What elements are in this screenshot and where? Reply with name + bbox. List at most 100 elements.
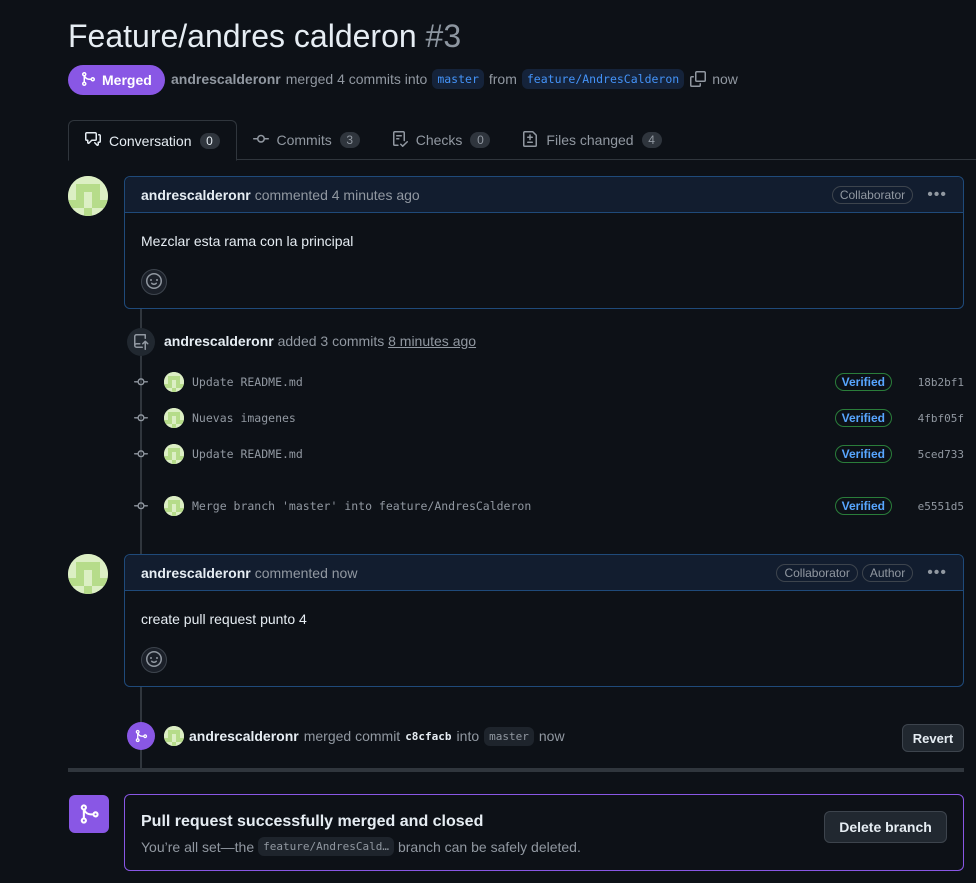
verified-badge[interactable]: Verified xyxy=(834,409,892,427)
repo-push-icon xyxy=(127,328,155,356)
kebab-horizontal-icon[interactable]: ••• xyxy=(927,564,947,582)
git-commit-icon xyxy=(134,447,148,461)
base-branch-tag[interactable]: master xyxy=(432,69,484,89)
page-title: Feature/andres calderon #3 xyxy=(68,18,461,55)
comment-action: commented now xyxy=(254,564,358,581)
from-text: from xyxy=(488,71,517,87)
git-merge-icon xyxy=(127,722,155,750)
into-text: into xyxy=(456,728,480,744)
head-branch-tag[interactable]: feature/AndresCalderon xyxy=(521,69,685,89)
avatar[interactable] xyxy=(164,372,184,392)
comment-header: andrescalderonr commented 4 minutes ago … xyxy=(125,177,963,213)
merge-status-subtitle: You’re all set—the feature/AndresCald… b… xyxy=(141,837,581,856)
verified-badge[interactable]: Verified xyxy=(834,373,892,391)
avatar[interactable] xyxy=(164,726,184,746)
tab-counter: 0 xyxy=(470,132,491,148)
comment-box: andrescalderonr commented now Collaborat… xyxy=(124,554,964,687)
event-time: now xyxy=(538,728,565,744)
event-author[interactable]: andrescalderonr xyxy=(164,333,274,349)
event-action: merged commit xyxy=(303,728,401,744)
status-badge-label: Merged xyxy=(102,72,152,88)
avatar[interactable] xyxy=(68,554,108,594)
delete-branch-button[interactable]: Delete branch xyxy=(824,811,947,843)
tab-label: Checks xyxy=(415,132,463,148)
git-commit-icon xyxy=(134,411,148,425)
commit-message-link[interactable]: Update README.md xyxy=(192,447,303,461)
copy-icon[interactable] xyxy=(689,70,707,88)
avatar[interactable] xyxy=(164,496,184,516)
avatar[interactable] xyxy=(164,444,184,464)
tab-counter: 0 xyxy=(199,132,220,149)
git-merge-icon xyxy=(80,71,96,90)
tab-checks[interactable]: Checks 0 xyxy=(376,120,507,160)
collaborator-label: Collaborator xyxy=(831,185,914,204)
comment-action: commented 4 minutes ago xyxy=(254,186,420,203)
pr-time: now xyxy=(712,71,738,87)
tab-files-changed[interactable]: Files changed 4 xyxy=(506,120,677,160)
tab-commits[interactable]: Commits 3 xyxy=(237,120,376,160)
commit-sha-link[interactable]: e5551d5 xyxy=(918,500,964,513)
kebab-horizontal-icon[interactable]: ••• xyxy=(927,186,947,204)
tab-label: Commits xyxy=(276,132,332,148)
merge-sub-after: branch can be safely deleted. xyxy=(397,838,581,855)
commit-row: Update README.md Verified 18b2bf1 xyxy=(134,372,964,392)
timeline-divider xyxy=(68,768,964,772)
tab-counter: 4 xyxy=(641,132,662,148)
commit-row: Update README.md Verified 5ced733 xyxy=(134,444,964,464)
comment-box: andrescalderonr commented 4 minutes ago … xyxy=(124,176,964,309)
event-action: added 3 commits xyxy=(277,333,385,349)
git-commit-icon xyxy=(252,131,269,150)
verified-badge[interactable]: Verified xyxy=(834,445,892,463)
comment-header: andrescalderonr commented now Collaborat… xyxy=(125,555,963,591)
base-branch-tag[interactable]: master xyxy=(484,726,534,746)
comment-author[interactable]: andrescalderonr xyxy=(141,187,251,203)
checklist-icon xyxy=(392,130,408,150)
tab-label: Conversation xyxy=(109,132,192,149)
file-diff-icon xyxy=(522,130,538,150)
commit-sha-link[interactable]: 5ced733 xyxy=(918,448,964,461)
comment-text: create pull request punto 4 xyxy=(141,611,307,627)
git-merge-icon xyxy=(69,795,109,833)
merge-status-title: Pull request successfully merged and clo… xyxy=(141,813,484,830)
pr-merge-text: merged 4 commits into xyxy=(285,71,428,87)
commit-sha-link[interactable]: 18b2bf1 xyxy=(918,376,964,389)
merge-commit-link[interactable]: c8cfacb xyxy=(405,730,451,743)
comment-author[interactable]: andrescalderonr xyxy=(141,565,251,581)
pr-title-text: Feature/andres calderon xyxy=(68,18,417,54)
tab-counter: 3 xyxy=(339,132,360,148)
author-label: Author xyxy=(861,563,914,582)
revert-button[interactable]: Revert xyxy=(902,724,964,752)
merged-status-badge: Merged xyxy=(68,65,165,95)
git-commit-icon xyxy=(134,375,148,389)
tab-label: Files changed xyxy=(546,132,634,148)
collaborator-label: Collaborator xyxy=(776,563,858,582)
pr-number: #3 xyxy=(425,18,462,54)
avatar[interactable] xyxy=(68,176,108,216)
commit-message-link[interactable]: Update README.md xyxy=(192,375,303,389)
commit-sha-link[interactable]: 4fbf05f xyxy=(918,412,964,425)
add-reaction-button[interactable] xyxy=(141,647,167,673)
comment-body: Mezclar esta rama con la principal xyxy=(125,213,963,295)
commit-message-link[interactable]: Nuevas imagenes xyxy=(192,411,296,425)
comment-discussion-icon xyxy=(85,131,101,150)
head-branch-tag[interactable]: feature/AndresCald… xyxy=(258,837,394,856)
verified-badge[interactable]: Verified xyxy=(834,497,892,515)
merged-event: andrescalderonr merged commit c8cfacb in… xyxy=(164,726,565,746)
commit-row: Merge branch 'master' into feature/Andre… xyxy=(134,496,964,516)
pr-tabs: Conversation 0 Commits 3 Checks 0 Files … xyxy=(68,120,976,161)
add-reaction-button[interactable] xyxy=(141,269,167,295)
smiley-icon xyxy=(146,272,162,292)
pr-meta: andrescalderonr merged 4 commits into ma… xyxy=(171,69,738,89)
commit-message-link[interactable]: Merge branch 'master' into feature/Andre… xyxy=(192,499,531,513)
avatar[interactable] xyxy=(164,408,184,428)
merge-sub-before: You’re all set—the xyxy=(141,838,255,855)
event-time-link[interactable]: 8 minutes ago xyxy=(388,333,476,349)
event-author[interactable]: andrescalderonr xyxy=(189,728,299,744)
tab-conversation[interactable]: Conversation 0 xyxy=(68,120,237,161)
comment-body: create pull request punto 4 xyxy=(125,591,963,673)
pr-author-link[interactable]: andrescalderonr xyxy=(171,71,281,87)
comment-text: Mezclar esta rama con la principal xyxy=(141,233,354,249)
smiley-icon xyxy=(146,650,162,670)
git-commit-icon xyxy=(134,499,148,513)
commits-added-event: andrescalderonr added 3 commits 8 minute… xyxy=(164,333,476,349)
